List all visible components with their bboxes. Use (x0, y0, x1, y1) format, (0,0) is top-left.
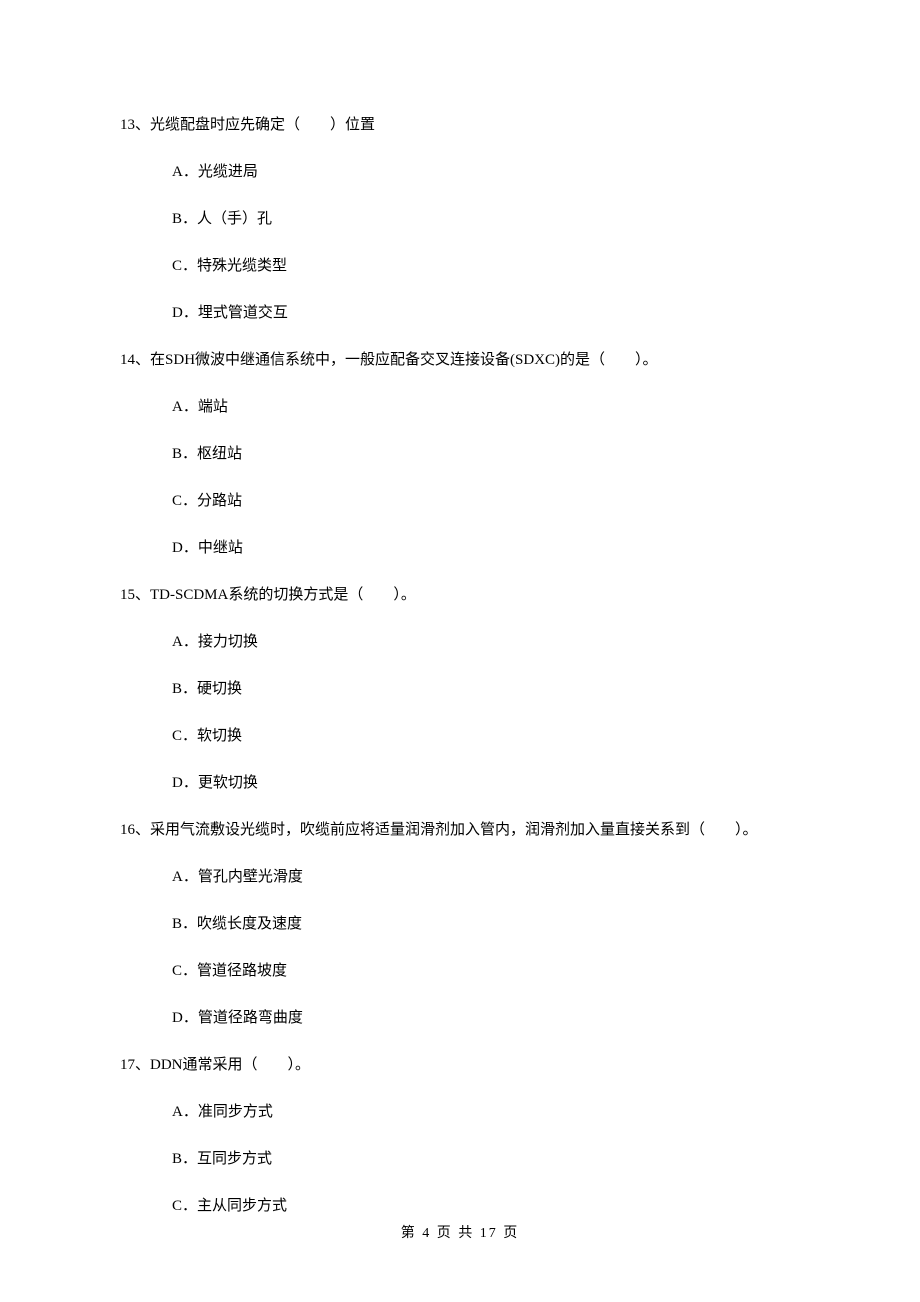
question-text: 13、光缆配盘时应先确定（ ）位置 (120, 115, 800, 136)
question-14: 14、在SDH微波中继通信系统中，一般应配备交叉连接设备(SDXC)的是（ ）。… (120, 350, 800, 559)
option-c: C．主从同步方式 (120, 1196, 800, 1217)
question-number: 15、 (120, 587, 150, 603)
option-b: B．互同步方式 (120, 1149, 800, 1170)
option-b: B．吹缆长度及速度 (120, 914, 800, 935)
question-16: 16、采用气流敷设光缆时，吹缆前应将适量润滑剂加入管内，润滑剂加入量直接关系到（… (120, 820, 800, 1029)
question-17: 17、DDN通常采用（ ）。 A．准同步方式 B．互同步方式 C．主从同步方式 (120, 1055, 800, 1217)
question-text: 15、TD-SCDMA系统的切换方式是（ ）。 (120, 585, 800, 606)
option-a: A．接力切换 (120, 632, 800, 653)
option-a: A．光缆进局 (120, 162, 800, 183)
question-stem: 光缆配盘时应先确定（ ）位置 (150, 117, 375, 133)
option-c: C．管道径路坡度 (120, 961, 800, 982)
question-stem: 在SDH微波中继通信系统中，一般应配备交叉连接设备(SDXC)的是（ ）。 (150, 352, 658, 368)
option-c: C．软切换 (120, 726, 800, 747)
option-a: A．准同步方式 (120, 1102, 800, 1123)
question-text: 16、采用气流敷设光缆时，吹缆前应将适量润滑剂加入管内，润滑剂加入量直接关系到（… (120, 820, 800, 841)
question-stem: TD-SCDMA系统的切换方式是（ ）。 (150, 587, 416, 603)
option-a: A．管孔内壁光滑度 (120, 867, 800, 888)
question-text: 17、DDN通常采用（ ）。 (120, 1055, 800, 1076)
option-b: B．枢纽站 (120, 444, 800, 465)
question-13: 13、光缆配盘时应先确定（ ）位置 A．光缆进局 B．人（手）孔 C．特殊光缆类… (120, 115, 800, 324)
question-number: 13、 (120, 117, 150, 133)
option-a: A．端站 (120, 397, 800, 418)
option-b: B．人（手）孔 (120, 209, 800, 230)
option-c: C．特殊光缆类型 (120, 256, 800, 277)
page-footer: 第 4 页 共 17 页 (0, 1222, 920, 1242)
question-stem: 采用气流敷设光缆时，吹缆前应将适量润滑剂加入管内，润滑剂加入量直接关系到（ ）。 (150, 822, 758, 838)
option-d: D．埋式管道交互 (120, 303, 800, 324)
option-b: B．硬切换 (120, 679, 800, 700)
question-number: 16、 (120, 822, 150, 838)
question-stem: DDN通常采用（ ）。 (150, 1057, 310, 1073)
question-number: 14、 (120, 352, 150, 368)
option-d: D．管道径路弯曲度 (120, 1008, 800, 1029)
option-c: C．分路站 (120, 491, 800, 512)
page-content: 13、光缆配盘时应先确定（ ）位置 A．光缆进局 B．人（手）孔 C．特殊光缆类… (0, 0, 920, 1217)
question-15: 15、TD-SCDMA系统的切换方式是（ ）。 A．接力切换 B．硬切换 C．软… (120, 585, 800, 794)
question-text: 14、在SDH微波中继通信系统中，一般应配备交叉连接设备(SDXC)的是（ ）。 (120, 350, 800, 371)
option-d: D．更软切换 (120, 773, 800, 794)
question-number: 17、 (120, 1057, 150, 1073)
option-d: D．中继站 (120, 538, 800, 559)
